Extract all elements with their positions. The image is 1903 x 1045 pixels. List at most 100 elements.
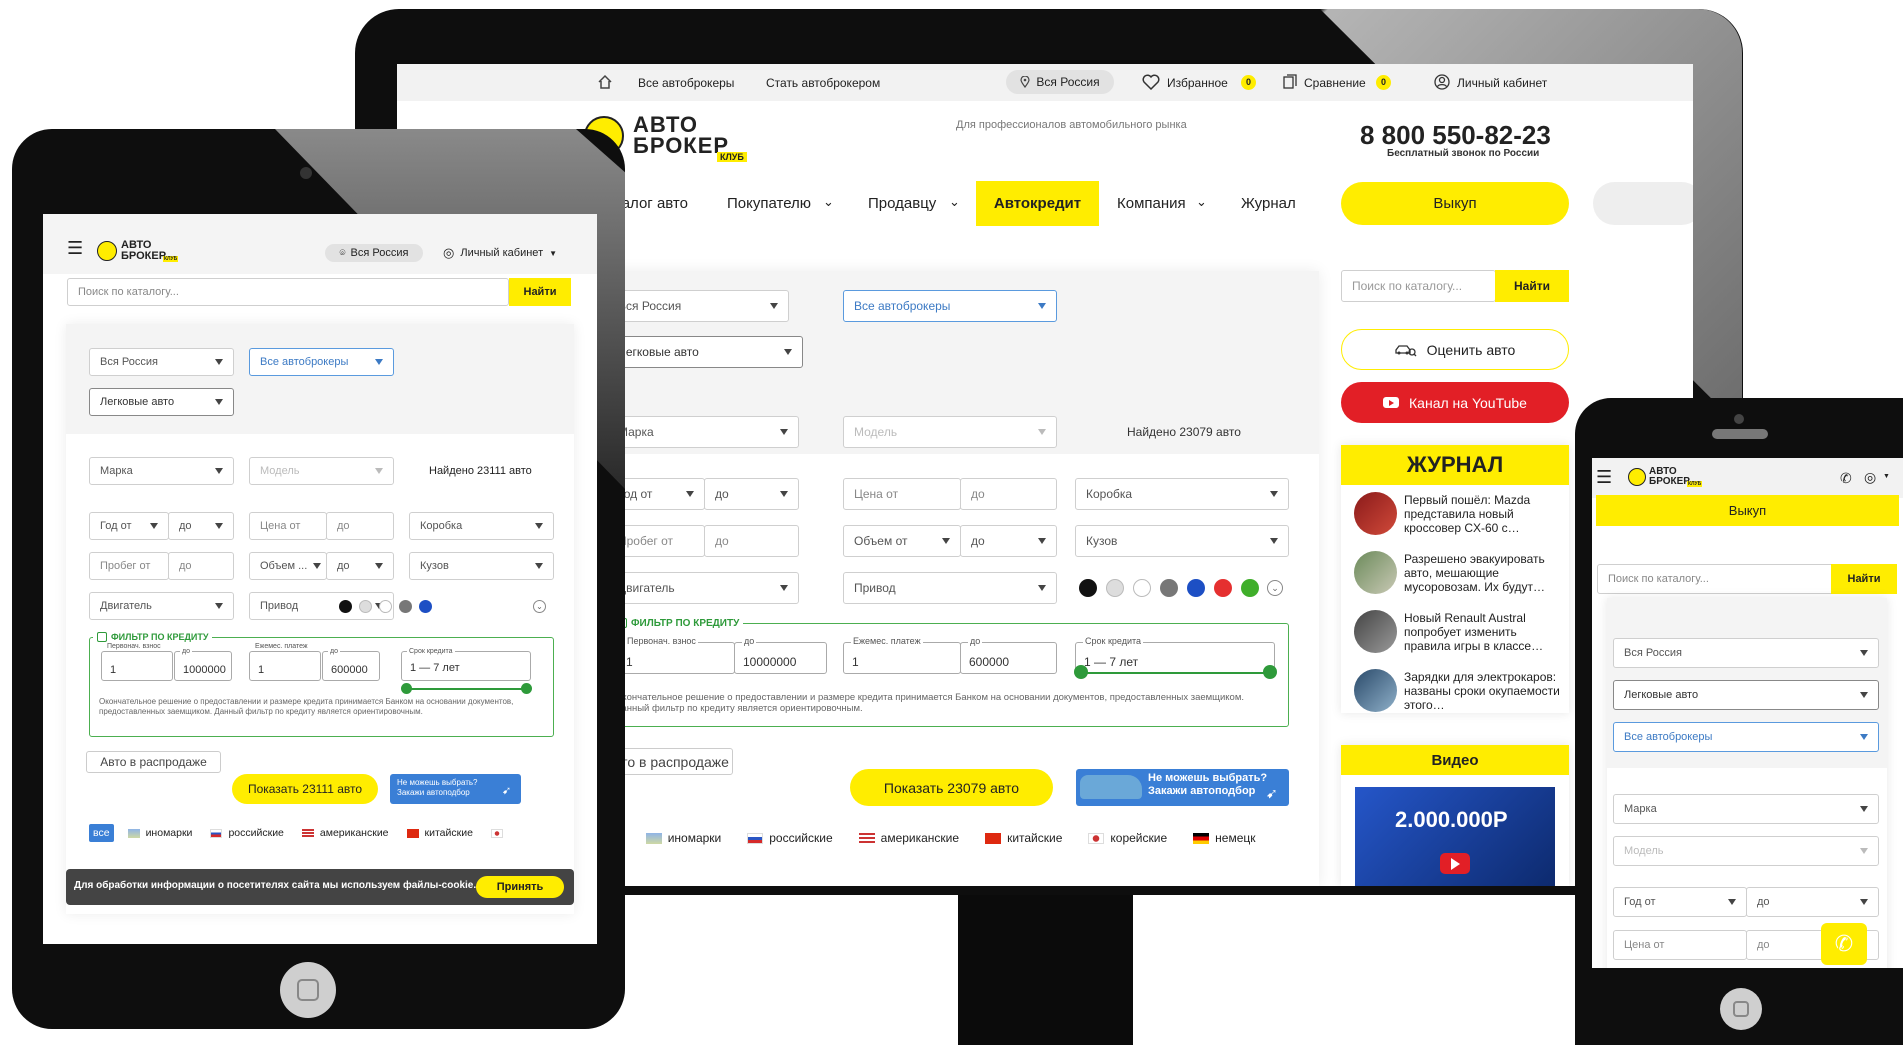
buyout-button[interactable]: Выкуп	[1341, 182, 1569, 225]
down-payment-input[interactable]: 1	[617, 642, 735, 674]
color-swatch[interactable]	[1133, 579, 1151, 597]
tablet-body-select[interactable]: Кузов	[409, 552, 554, 580]
tablet-credit-term-slider[interactable]	[407, 688, 525, 690]
color-swatch[interactable]	[379, 600, 392, 613]
tab-korean[interactable]: корейские	[1110, 831, 1167, 845]
monthly-payment-to-input[interactable]: 600000	[960, 642, 1057, 674]
news-thumbnail-image[interactable]	[1354, 492, 1397, 535]
phone-year-from-select[interactable]: Год от	[1613, 887, 1747, 917]
tablet-logo[interactable]: АВТО БРОКЕР	[121, 240, 166, 262]
menu-journal[interactable]: Журнал	[1241, 195, 1296, 212]
compare-link[interactable]: Сравнение	[1304, 76, 1366, 90]
tablet-year-to-select[interactable]: до	[168, 512, 234, 540]
tablet-vehicle-type-select[interactable]: Легковые авто	[89, 388, 234, 416]
phone-make-select[interactable]: Марка	[1613, 794, 1879, 824]
tablet-down-payment-input[interactable]: 1	[101, 651, 173, 681]
phone-number[interactable]: 8 800 550-82-23	[1360, 120, 1551, 151]
menu-extra-pill[interactable]	[1593, 182, 1693, 225]
sidebar-search-button[interactable]: Найти	[1495, 270, 1569, 302]
credit-filter-title[interactable]: ФИЛЬТР ПО КРЕДИТУ	[613, 617, 744, 629]
user-icon[interactable]: ◎	[1864, 469, 1876, 486]
tablet-model-select[interactable]: Модель	[249, 457, 394, 485]
cookie-accept-button[interactable]: Принять	[476, 876, 564, 898]
menu-buyer[interactable]: Покупателю	[727, 195, 811, 212]
tab-chinese[interactable]: китайские	[425, 827, 473, 839]
tablet-region-selector[interactable]: ⌾ Вся Россия	[325, 244, 423, 262]
vehicle-type-select[interactable]: Легковые авто	[607, 336, 803, 368]
phone-model-select[interactable]: Модель	[1613, 836, 1879, 866]
phone-search-button[interactable]: Найти	[1831, 564, 1897, 594]
make-select[interactable]: Марка	[607, 416, 799, 448]
tablet-region-select[interactable]: Вся Россия	[89, 348, 234, 376]
favorites-link[interactable]: Избранное	[1167, 76, 1228, 90]
region-select[interactable]: Вся Россия	[607, 290, 789, 322]
phone-brokers-select[interactable]: Все автоброкеры	[1613, 722, 1879, 752]
gearbox-select[interactable]: Коробка	[1075, 478, 1289, 510]
tablet-autopick-banner[interactable]: Не можешь выбрать? Закажи автоподбор ➹	[390, 774, 521, 804]
autopick-promo-banner[interactable]: Не можешь выбрать? Закажи автоподбор ➹	[1076, 769, 1289, 806]
model-select[interactable]: Модель	[843, 416, 1057, 448]
credit-term-slider[interactable]	[1081, 672, 1269, 674]
tablet-engine-select[interactable]: Двигатель	[89, 592, 234, 620]
home-icon[interactable]	[597, 74, 613, 90]
phone-buyout-button[interactable]: Выкуп	[1596, 495, 1899, 526]
menu-catalog[interactable]: талог авто	[615, 195, 688, 212]
volume-to-select[interactable]: до	[960, 525, 1057, 557]
all-brokers-link[interactable]: Все автоброкеры	[638, 76, 734, 90]
slider-min-knob[interactable]	[1074, 665, 1088, 679]
tablet-price-from-input[interactable]: Цена от	[249, 512, 327, 540]
news-thumbnail-image[interactable]	[1354, 551, 1397, 594]
engine-select[interactable]: Двигатель	[607, 572, 799, 604]
news-item[interactable]: Первый пошёл: Mazda представила новый кр…	[1404, 493, 1564, 535]
tablet-credit-filter-title[interactable]: ФИЛЬТР ПО КРЕДИТУ	[93, 631, 213, 643]
year-to-select[interactable]: до	[704, 478, 799, 510]
news-item[interactable]: Разрешено эвакуировать авто, мешающие му…	[1404, 552, 1564, 594]
tablet-year-from-select[interactable]: Год от	[89, 512, 169, 540]
color-swatch[interactable]	[419, 600, 432, 613]
phone-region-select[interactable]: Вся Россия	[1613, 638, 1879, 668]
color-swatch[interactable]	[1160, 579, 1178, 597]
slider-min-knob[interactable]	[401, 683, 412, 694]
tablet-search-button[interactable]: Найти	[509, 278, 571, 306]
tab-german[interactable]: немецк	[1215, 831, 1255, 845]
video-thumbnail[interactable]: 2.000.000Р	[1355, 787, 1555, 886]
more-colors-icon[interactable]: ⌄	[533, 600, 546, 613]
tab-american[interactable]: американские	[881, 831, 959, 845]
sidebar-search-input[interactable]: Поиск по каталогу...	[1341, 270, 1496, 302]
show-results-button[interactable]: Показать 23079 авто	[850, 769, 1053, 806]
tablet-sale-button[interactable]: Авто в распродаже	[86, 751, 221, 773]
news-thumbnail-image[interactable]	[1354, 669, 1397, 712]
news-item[interactable]: Зарядки для электрокаров: названы сроки …	[1404, 670, 1564, 712]
tab-foreign[interactable]: иномарки	[146, 827, 193, 839]
tab-foreign[interactable]: иномарки	[668, 831, 722, 845]
tablet-mileage-to-input[interactable]: до	[168, 552, 234, 580]
tablet-brokers-select[interactable]: Все автоброкеры	[249, 348, 394, 376]
color-swatch[interactable]	[359, 600, 372, 613]
credit-term-field[interactable]: 1 — 7 лет	[1075, 642, 1275, 674]
tab-all[interactable]: все	[89, 824, 114, 842]
phone-call-icon[interactable]: ✆	[1840, 470, 1852, 487]
drive-select[interactable]: Привод	[843, 572, 1057, 604]
slider-max-knob[interactable]	[521, 683, 532, 694]
menu-seller[interactable]: Продавцу	[868, 195, 936, 212]
mileage-to-input[interactable]: до	[704, 525, 799, 557]
phone-year-to-select[interactable]: до	[1746, 887, 1879, 917]
color-swatch[interactable]	[1214, 579, 1232, 597]
tab-russian[interactable]: российские	[228, 827, 283, 839]
hamburger-menu-icon[interactable]: ☰	[67, 239, 83, 257]
down-payment-to-input[interactable]: 10000000	[734, 642, 827, 674]
menu-credit[interactable]: Автокредит	[976, 181, 1099, 226]
tablet-account-menu[interactable]: ◎ Личный кабинет ▼	[443, 245, 557, 261]
menu-company[interactable]: Компания	[1117, 195, 1186, 212]
tablet-search-input[interactable]: Поиск по каталогу...	[67, 278, 509, 306]
region-selector[interactable]: Вся Россия	[1006, 70, 1114, 94]
account-link[interactable]: Личный кабинет	[1457, 76, 1547, 90]
color-swatch[interactable]	[1079, 579, 1097, 597]
color-swatch[interactable]	[1106, 579, 1124, 597]
tablet-volume-to-select[interactable]: до	[326, 552, 394, 580]
tablet-show-results-button[interactable]: Показать 23111 авто	[232, 774, 378, 804]
phone-price-from-input[interactable]: Цена от	[1613, 930, 1747, 960]
tab-russian[interactable]: российские	[769, 831, 832, 845]
play-icon[interactable]	[1440, 853, 1470, 874]
become-broker-link[interactable]: Стать автоброкером	[766, 76, 880, 90]
